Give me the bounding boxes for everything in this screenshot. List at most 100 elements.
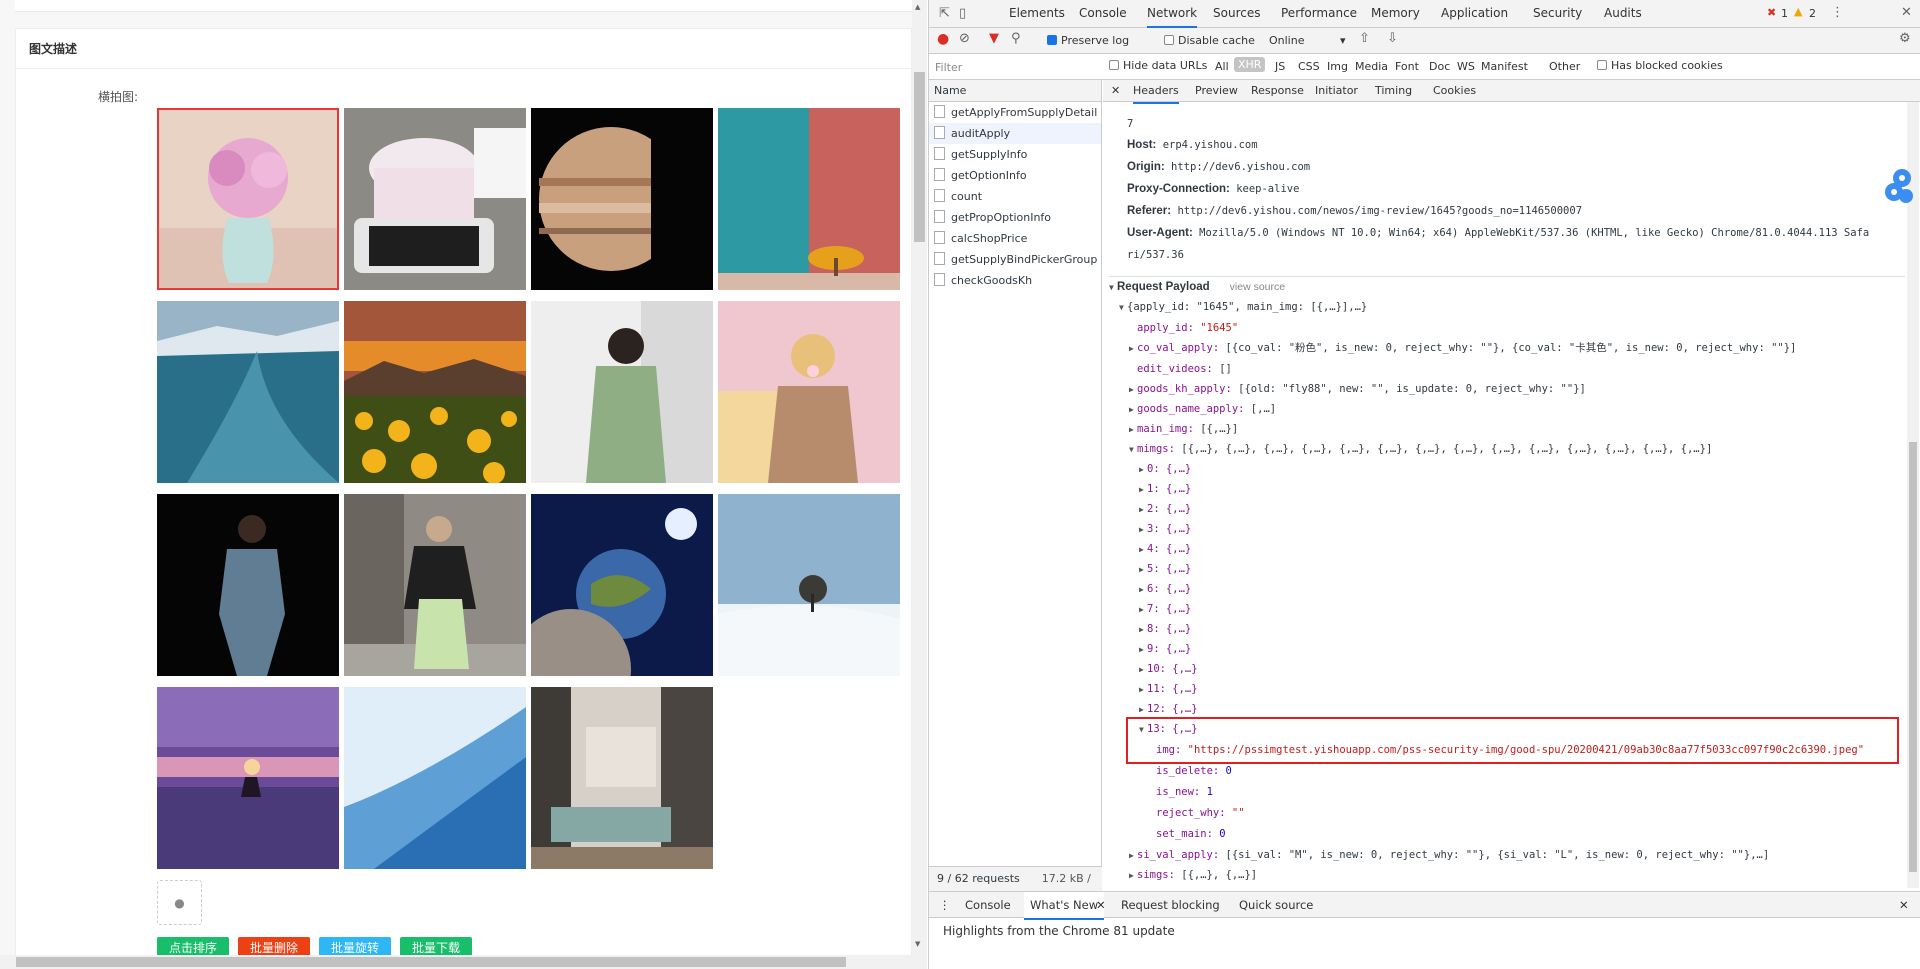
floating-widget-icon[interactable]: [1882, 166, 1916, 206]
mimgs-item[interactable]: ▶ 4: {,…}: [1139, 541, 1191, 558]
settings-gear-icon[interactable]: ⚙: [1899, 31, 1911, 46]
disable-cache-checkbox[interactable]: Disable cache: [1164, 34, 1255, 47]
request-row[interactable]: getApplyFromSupplyDetail: [929, 102, 1101, 123]
tab-audits[interactable]: Audits: [1604, 0, 1642, 28]
mimgs-item[interactable]: ▶ 2: {,…}: [1139, 501, 1191, 518]
request-row[interactable]: getSupplyInfo: [929, 144, 1101, 165]
tab-security[interactable]: Security: [1533, 0, 1582, 28]
tab-preview[interactable]: Preview: [1195, 80, 1238, 102]
more-menu-icon[interactable]: ⋮: [1831, 5, 1844, 20]
request-row[interactable]: calcShopPrice: [929, 228, 1101, 249]
thumb-woman-suit-dark[interactable]: [157, 494, 339, 676]
mimgs-item[interactable]: ▶ 7: {,…}: [1139, 601, 1191, 618]
throttle-select[interactable]: Online ▾: [1269, 34, 1346, 47]
type-filter-other[interactable]: Other: [1549, 60, 1580, 73]
clear-icon[interactable]: ⊘: [959, 31, 970, 46]
detail-scrollbar[interactable]: [1907, 102, 1919, 888]
warning-count[interactable]: 2: [1809, 7, 1816, 20]
search-icon[interactable]: ⚲: [1011, 31, 1021, 46]
type-filter-font[interactable]: Font: [1395, 60, 1419, 73]
type-filter-js[interactable]: JS: [1275, 60, 1285, 73]
name-column-header[interactable]: Name: [929, 80, 1101, 102]
request-row[interactable]: checkGoodsKh: [929, 270, 1101, 291]
payload-simgs[interactable]: ▶ simgs: [{,…}, {,…}]: [1129, 867, 1257, 884]
drawer-tab-quick-source[interactable]: Quick source: [1239, 892, 1313, 918]
tab-initiator[interactable]: Initiator: [1315, 80, 1358, 102]
scroll-up-icon[interactable]: ▲: [915, 3, 920, 11]
type-filter-doc[interactable]: Doc: [1429, 60, 1450, 73]
drawer-close-icon[interactable]: ✕: [1899, 892, 1909, 918]
type-filter-xhr[interactable]: XHR: [1234, 57, 1266, 72]
type-filter-img[interactable]: Img: [1327, 60, 1348, 73]
close-detail-icon[interactable]: ✕: [1111, 80, 1120, 102]
mimgs-item[interactable]: ▶ 9: {,…}: [1139, 641, 1191, 658]
drawer-tab-console[interactable]: Console: [965, 892, 1011, 918]
scroll-thumb[interactable]: [914, 72, 925, 242]
tab-elements[interactable]: Elements: [1009, 0, 1065, 28]
record-icon[interactable]: ●: [937, 31, 949, 47]
payload-root[interactable]: ▼ {apply_id: "1645", main_img: [{,…}],…}: [1119, 299, 1367, 316]
thumb-planet-space[interactable]: [531, 494, 713, 676]
tab-performance[interactable]: Performance: [1281, 0, 1357, 28]
thumb-woman-green-dress[interactable]: [531, 301, 713, 483]
type-filter-manifest[interactable]: Manifest: [1481, 60, 1528, 73]
mimgs-item[interactable]: ▶ 3: {,…}: [1139, 521, 1191, 538]
request-row[interactable]: getOptionInfo: [929, 165, 1101, 186]
thumb-flower-vase[interactable]: [157, 108, 339, 290]
mimgs-item[interactable]: ▶ 5: {,…}: [1139, 561, 1191, 578]
tab-sources[interactable]: Sources: [1213, 0, 1260, 28]
mimgs-item[interactable]: ▶ 6: {,…}: [1139, 581, 1191, 598]
drawer-menu-icon[interactable]: ⋮: [939, 892, 951, 918]
type-filter-media[interactable]: Media: [1355, 60, 1388, 73]
filter-input[interactable]: Filter: [935, 61, 962, 74]
thumb-yoga-sunset[interactable]: [157, 687, 339, 869]
detail-scroll-thumb[interactable]: [1909, 442, 1917, 872]
thumb-building-tree[interactable]: [718, 108, 900, 290]
payload-si-val-apply[interactable]: ▶ si_val_apply: [{si_val: "M", is_new: 0,…: [1129, 847, 1769, 864]
payload-goods-name-apply[interactable]: ▶ goods_name_apply: [,…]: [1129, 401, 1276, 418]
drawer-tab-close-icon[interactable]: ✕: [1096, 892, 1106, 918]
thumb-jupiter[interactable]: [531, 108, 713, 290]
tab-cookies[interactable]: Cookies: [1433, 80, 1476, 102]
request-row[interactable]: getPropOptionInfo: [929, 207, 1101, 228]
tab-headers[interactable]: Headers: [1133, 80, 1179, 104]
import-icon[interactable]: ⇧: [1359, 31, 1370, 46]
error-icon[interactable]: ✖: [1767, 6, 1776, 19]
thumb-glacier-river[interactable]: [157, 301, 339, 483]
thumb-sunflowers[interactable]: [344, 301, 526, 483]
inspect-icon[interactable]: ⇱: [939, 6, 950, 21]
type-filter-css[interactable]: CSS: [1298, 60, 1320, 73]
export-icon[interactable]: ⇩: [1387, 31, 1398, 46]
scroll-thumb-h[interactable]: [16, 957, 846, 967]
mimgs-item[interactable]: ▶ 8: {,…}: [1139, 621, 1191, 638]
payload-mimgs[interactable]: ▼ mimgs: [{,…}, {,…}, {,…}, {,…}, {,…}, {…: [1129, 441, 1712, 458]
scroll-down-icon[interactable]: ▼: [915, 940, 920, 948]
tab-memory[interactable]: Memory: [1371, 0, 1420, 28]
request-row[interactable]: getSupplyBindPickerGroup: [929, 249, 1101, 270]
thumb-snow-tree[interactable]: [718, 494, 900, 676]
mimgs-item[interactable]: ▶ 11: {,…}: [1139, 681, 1198, 698]
thumb-living-room[interactable]: [531, 687, 713, 869]
request-row-selected[interactable]: auditApply: [929, 123, 1101, 144]
type-filter-ws[interactable]: WS: [1457, 60, 1475, 73]
upload-button[interactable]: ●: [157, 880, 202, 925]
payload-goods-kh-apply[interactable]: ▶ goods_kh_apply: [{old: "fly88", new: ""…: [1129, 381, 1586, 398]
thumb-mug-phone[interactable]: [344, 108, 526, 290]
type-filter-all[interactable]: All: [1215, 60, 1229, 73]
view-source-link[interactable]: view source: [1230, 281, 1285, 293]
close-icon[interactable]: ✕: [1901, 5, 1912, 20]
device-toggle-icon[interactable]: ▯: [959, 6, 966, 21]
tab-timing[interactable]: Timing: [1375, 80, 1412, 102]
blocked-cookies-checkbox[interactable]: Has blocked cookies: [1597, 59, 1723, 72]
mimgs-item[interactable]: ▶ 0: {,…}: [1139, 461, 1191, 478]
preserve-log-checkbox[interactable]: Preserve log: [1047, 34, 1129, 47]
tab-console[interactable]: Console: [1079, 0, 1127, 28]
error-count[interactable]: 1: [1781, 7, 1788, 20]
mimgs-item[interactable]: ▶ 12: {,…}: [1139, 701, 1198, 718]
drawer-tab-request-blocking[interactable]: Request blocking: [1121, 892, 1220, 918]
mimgs-item[interactable]: ▶ 1: {,…}: [1139, 481, 1191, 498]
payload-co-val-apply[interactable]: ▶ co_val_apply: [{co_val: "粉色", is_new: 0…: [1129, 340, 1796, 357]
drawer-tab-whats-new[interactable]: What's New: [1024, 892, 1105, 920]
page-vertical-scrollbar[interactable]: ▲ ▼: [912, 0, 927, 955]
payload-main-img[interactable]: ▶ main_img: [{,…}]: [1129, 421, 1238, 438]
